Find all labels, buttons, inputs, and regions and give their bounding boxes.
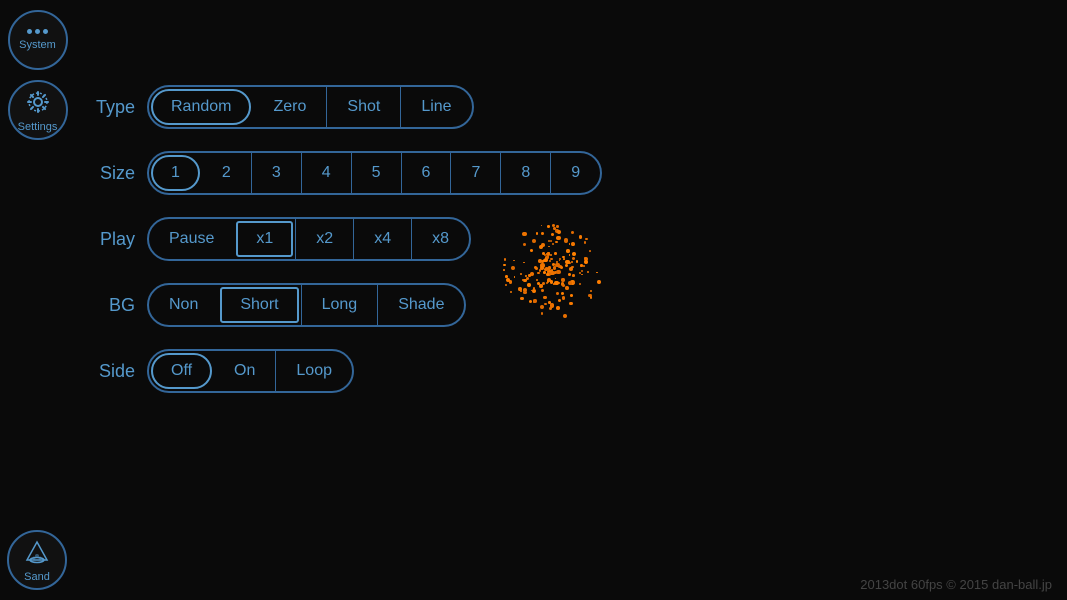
size-1-button[interactable]: 1 (151, 155, 200, 191)
play-x4-button[interactable]: x4 (353, 219, 411, 259)
system-icon (27, 29, 48, 34)
sand-button[interactable]: Sand (7, 530, 67, 590)
type-label: Type (90, 97, 135, 118)
type-random-button[interactable]: Random (151, 89, 251, 125)
sand-section: Sand (7, 530, 67, 590)
footer-text: 2013dot 60fps © 2015 dan-ball.jp (860, 577, 1052, 592)
play-label: Play (90, 229, 135, 250)
play-control: Pause x1 x2 x4 x8 (147, 217, 471, 261)
bg-shade-button[interactable]: Shade (377, 285, 464, 325)
bg-non-button[interactable]: Non (149, 285, 218, 325)
bg-short-button[interactable]: Short (220, 287, 298, 323)
side-label: Side (90, 361, 135, 382)
size-8-button[interactable]: 8 (500, 153, 550, 193)
system-button[interactable]: System (8, 10, 68, 70)
size-7-button[interactable]: 7 (450, 153, 500, 193)
size-9-button[interactable]: 9 (550, 153, 600, 193)
side-on-button[interactable]: On (214, 351, 275, 391)
play-x1-button[interactable]: x1 (236, 221, 293, 257)
type-control: Random Zero Shot Line (147, 85, 474, 129)
sand-visualization (490, 210, 610, 330)
settings-button[interactable]: Settings (8, 80, 68, 140)
size-3-button[interactable]: 3 (251, 153, 301, 193)
sand-icon (23, 538, 51, 566)
type-shot-button[interactable]: Shot (326, 87, 400, 127)
size-2-button[interactable]: 2 (202, 153, 251, 193)
type-zero-button[interactable]: Zero (253, 87, 326, 127)
play-x8-button[interactable]: x8 (411, 219, 469, 259)
type-line-button[interactable]: Line (400, 87, 471, 127)
sand-label: Sand (24, 571, 50, 583)
size-5-button[interactable]: 5 (351, 153, 401, 193)
bg-label: BG (90, 295, 135, 316)
side-loop-button[interactable]: Loop (275, 351, 352, 391)
gear-icon (24, 88, 52, 116)
system-label: System (19, 39, 56, 51)
footer: 2013dot 60fps © 2015 dan-ball.jp (860, 577, 1052, 592)
size-6-button[interactable]: 6 (401, 153, 451, 193)
side-off-button[interactable]: Off (151, 353, 212, 389)
type-row: Type Random Zero Shot Line (90, 85, 602, 129)
bg-control: Non Short Long Shade (147, 283, 466, 327)
size-label: Size (90, 163, 135, 184)
size-control: 1 2 3 4 5 6 7 8 9 (147, 151, 602, 195)
side-row: Side Off On Loop (90, 349, 602, 393)
settings-label: Settings (18, 121, 58, 133)
side-control: Off On Loop (147, 349, 354, 393)
play-pause-button[interactable]: Pause (149, 219, 234, 259)
size-row: Size 1 2 3 4 5 6 7 8 9 (90, 151, 602, 195)
size-4-button[interactable]: 4 (301, 153, 351, 193)
bg-long-button[interactable]: Long (301, 285, 378, 325)
play-x2-button[interactable]: x2 (295, 219, 353, 259)
